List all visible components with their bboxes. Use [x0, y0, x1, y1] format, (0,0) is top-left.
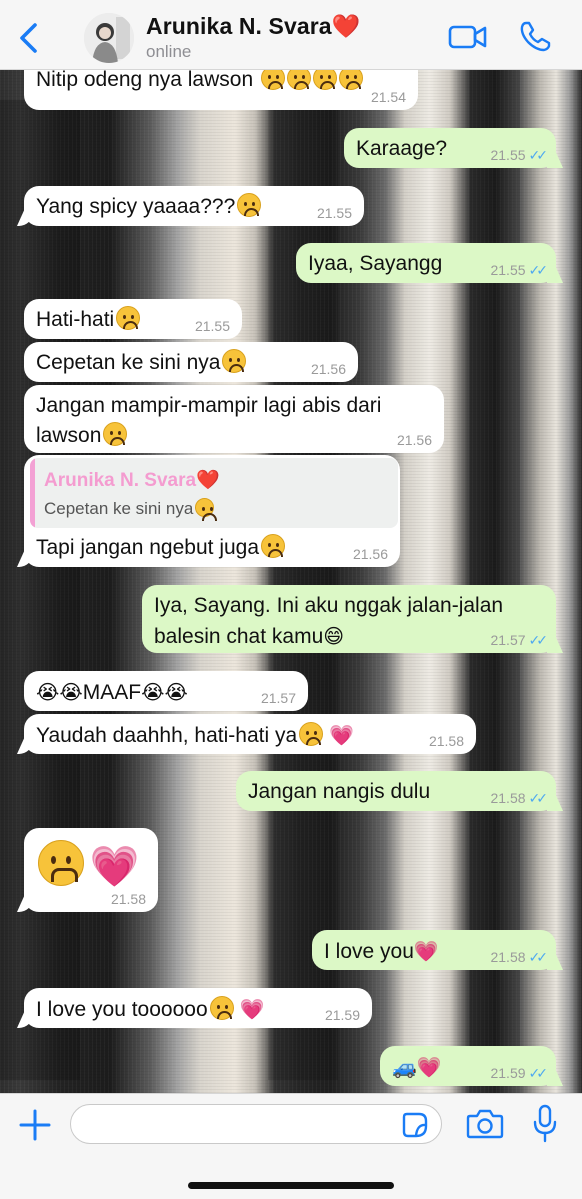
- message-time: 21.56: [310, 361, 346, 377]
- message-text: MAAF: [82, 681, 142, 704]
- message-input[interactable]: [70, 1104, 442, 1144]
- message-time: 21.59 ✓✓: [490, 1065, 549, 1081]
- quoted-text: Cepetan ke sini nya: [44, 498, 218, 521]
- message-incoming[interactable]: Cepetan ke sini nya 21.56: [24, 342, 358, 382]
- message-text: Iya, Sayang. Ini aku nggak jalan-jalan: [154, 594, 504, 617]
- message-text: Tapi jangan ngebut juga: [36, 533, 286, 563]
- read-ticks-icon: ✓✓: [528, 632, 549, 648]
- message-incoming[interactable]: I love you toooooo 💗 21.59: [24, 988, 372, 1028]
- pink-heart-emoji: 💗: [416, 1055, 442, 1079]
- message-text: Nitip odeng nya lawson: [36, 68, 254, 91]
- message-time: 21.54: [370, 89, 406, 105]
- sad-face-emoji: [116, 306, 141, 330]
- message-outgoing[interactable]: 🚙💗 21.59 ✓✓: [380, 1046, 556, 1086]
- message-incoming[interactable]: Yaudah daahhh, hati-hati ya 💗 21.58: [24, 714, 476, 754]
- message-outgoing[interactable]: Jangan nangis dulu 21.58 ✓✓: [236, 771, 556, 811]
- sad-face-emoji: [237, 193, 262, 217]
- crying-face-emoji: 😭😭: [141, 680, 188, 704]
- message-outgoing[interactable]: Iya, Sayang. Ini aku nggak jalan-jalan b…: [142, 585, 556, 653]
- phone-icon[interactable]: [518, 20, 552, 54]
- composer-bar: [0, 1093, 582, 1199]
- message-incoming[interactable]: Jangan mampir-mampir lagi abis dari laws…: [24, 385, 444, 453]
- message-time: 21.59: [324, 1007, 360, 1023]
- grinning-face-emoji: 😄: [323, 624, 345, 648]
- pink-heart-emoji: 💗: [413, 939, 439, 963]
- message-time: 21.56: [396, 432, 432, 448]
- read-ticks-icon: ✓✓: [528, 1065, 549, 1081]
- message-text: Karaage?: [356, 137, 448, 160]
- message-time: 21.58: [428, 733, 464, 749]
- pink-heart-emoji: 💗: [329, 723, 354, 747]
- sad-face-emoji: [209, 996, 234, 1020]
- message-outgoing[interactable]: Iyaa, Sayangg 21.55 ✓✓: [296, 243, 556, 283]
- message-time: 21.58 ✓✓: [490, 790, 549, 806]
- sad-face-emoji: [222, 349, 247, 373]
- sad-face-emoji: [299, 722, 324, 746]
- heart-emoji: ❤️: [196, 470, 220, 491]
- sad-face-emoji: [38, 840, 84, 886]
- message-time: 21.58: [110, 891, 146, 907]
- car-emoji: 🚙: [392, 1055, 417, 1079]
- read-ticks-icon: ✓✓: [528, 262, 549, 278]
- message-text: I love you: [324, 940, 414, 963]
- message-time: 21.55 ✓✓: [490, 147, 549, 163]
- message-text: I love you toooooo: [36, 998, 208, 1021]
- read-ticks-icon: ✓✓: [528, 790, 549, 806]
- sticker-icon[interactable]: [402, 1112, 428, 1138]
- message-incoming[interactable]: Hati-hati 21.55: [24, 299, 242, 339]
- avatar[interactable]: [84, 13, 134, 63]
- message-outgoing[interactable]: I love you💗 21.58 ✓✓: [312, 930, 556, 970]
- message-text: Hati-hati: [36, 308, 115, 331]
- sad-face-emoji: [195, 498, 218, 521]
- message-text: Cepetan ke sini nya: [36, 351, 221, 374]
- video-camera-icon[interactable]: [448, 22, 488, 52]
- message-incoming-emoji[interactable]: 💗 21.58: [24, 828, 158, 912]
- contact-status: online: [146, 42, 192, 61]
- read-ticks-icon: ✓✓: [528, 949, 549, 965]
- chat-header: Arunika N. Svara❤️ online: [0, 0, 582, 70]
- message-time: 21.56: [352, 546, 388, 562]
- message-text: Yaudah daahhh, hati-hati ya: [36, 724, 298, 747]
- message-time: 21.55 ✓✓: [490, 262, 549, 278]
- message-text: Jangan nangis dulu: [248, 780, 431, 803]
- crying-face-emoji: 😭😭: [36, 680, 83, 704]
- pink-heart-emoji: 💗: [89, 844, 140, 890]
- message-text: lawson: [36, 424, 102, 447]
- message-outgoing[interactable]: Karaage? 21.55 ✓✓: [344, 128, 556, 168]
- message-incoming[interactable]: 😭😭MAAF😭😭 21.57: [24, 671, 308, 711]
- camera-icon[interactable]: [466, 1108, 504, 1140]
- message-time: 21.58 ✓✓: [490, 949, 549, 965]
- message-time: 21.55: [316, 205, 352, 221]
- plus-icon[interactable]: [18, 1108, 52, 1142]
- home-indicator: [188, 1182, 394, 1189]
- chevron-left-icon[interactable]: [14, 20, 44, 56]
- message-text: Yang spicy yaaaa???: [36, 195, 236, 218]
- message-time: 21.57 ✓✓: [490, 632, 549, 648]
- sad-face-emoji: [103, 422, 128, 446]
- message-time: 21.57: [260, 690, 296, 706]
- heart-emoji: ❤️: [331, 13, 361, 39]
- quoted-author: Arunika N. Svara❤️: [44, 470, 220, 491]
- sad-face-emoji: [261, 534, 286, 558]
- read-ticks-icon: ✓✓: [528, 147, 549, 163]
- message-text: balesin chat kamu: [154, 625, 324, 648]
- message-text: Iyaa, Sayangg: [308, 252, 443, 275]
- quoted-message[interactable]: Arunika N. Svara❤️ Cepetan ke sini nya: [30, 458, 398, 528]
- message-text: Jangan mampir-mampir lagi abis dari: [36, 394, 382, 417]
- contact-name[interactable]: Arunika N. Svara❤️: [146, 13, 360, 40]
- pink-heart-emoji: 💗: [239, 997, 265, 1021]
- microphone-icon[interactable]: [532, 1104, 558, 1144]
- message-incoming[interactable]: Yang spicy yaaaa??? 21.55: [24, 186, 364, 226]
- message-time: 21.55: [194, 318, 230, 334]
